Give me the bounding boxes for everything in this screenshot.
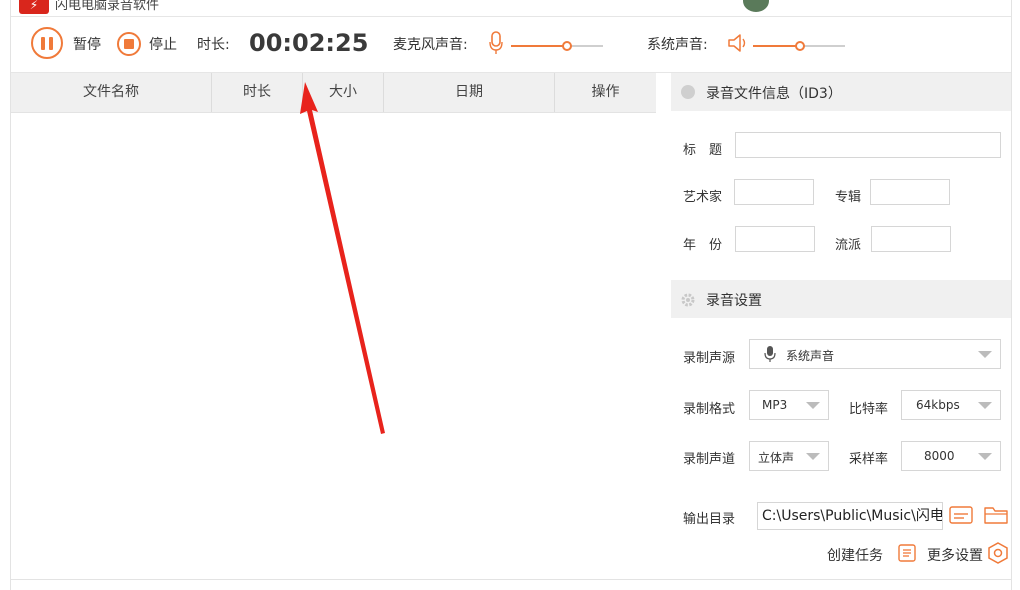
annotation-arrow (300, 82, 385, 434)
